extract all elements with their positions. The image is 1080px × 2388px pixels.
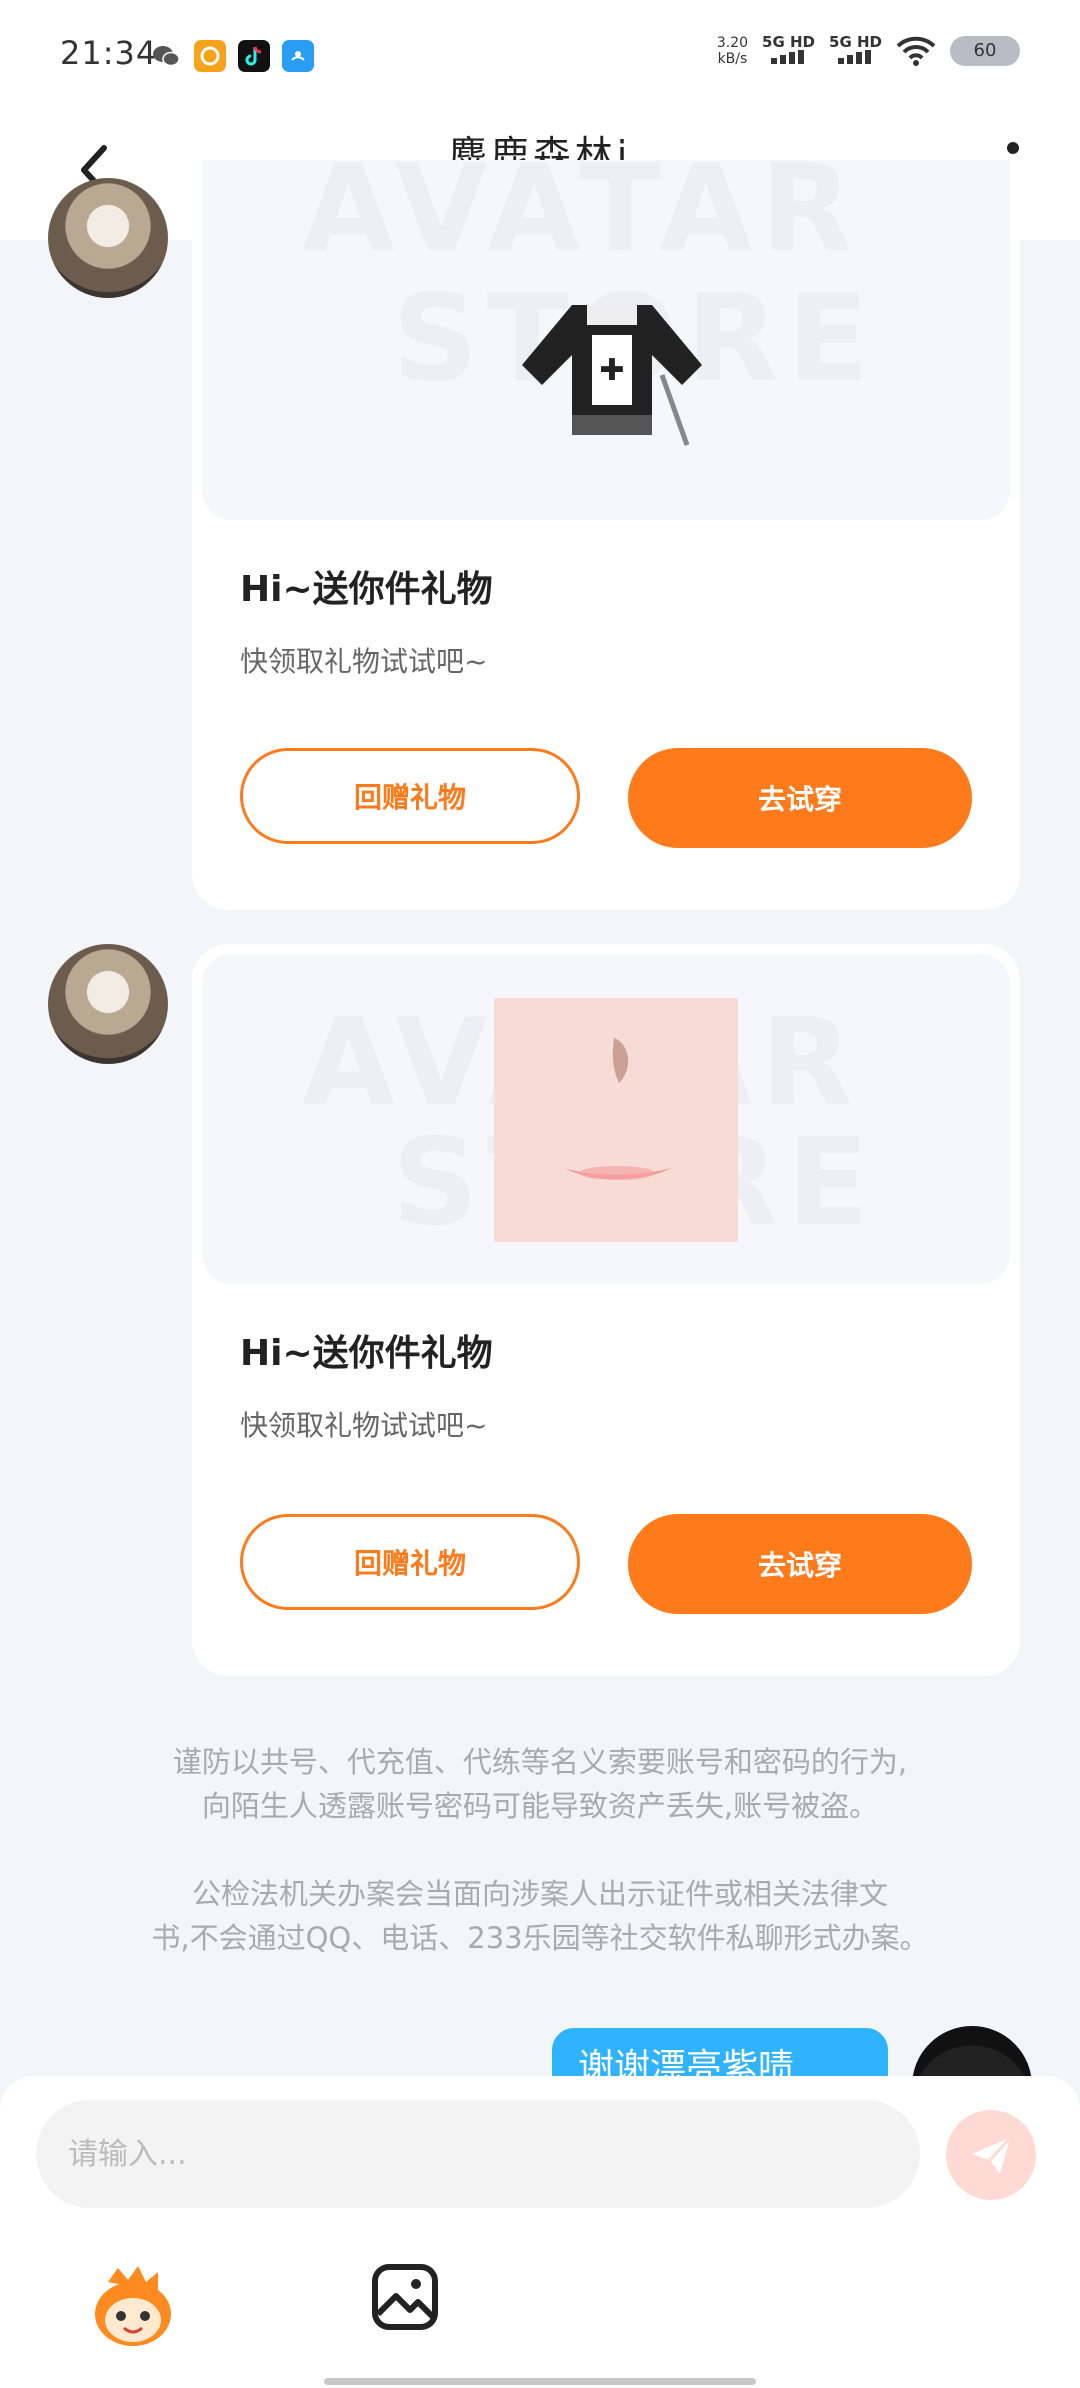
try-on-button[interactable]: 去试穿 [628, 1514, 972, 1614]
home-indicator [324, 2378, 756, 2385]
try-on-button[interactable]: 去试穿 [628, 748, 972, 848]
mascot-emoji-icon[interactable] [88, 2262, 178, 2352]
signal-bars-icon [837, 50, 871, 64]
status-time: 21:34 [60, 34, 158, 72]
signal-bars-icon [770, 50, 804, 64]
face-item-icon [494, 998, 738, 1242]
avatar[interactable] [48, 178, 168, 298]
gift-title: Hi~送你件礼物 [240, 1333, 493, 1374]
status-right: 3.20 kB/s 5G HD 5G HD 60 [717, 34, 1020, 67]
message-input[interactable] [36, 2100, 920, 2208]
signal-sim2: 5G HD [829, 34, 882, 67]
clothing-item-icon: ✚ [522, 305, 702, 446]
return-gift-button[interactable]: 回赠礼物 [240, 748, 580, 844]
hotspot-app-icon [282, 40, 314, 72]
gift-title: Hi~送你件礼物 [240, 569, 493, 610]
safety-notice: 谨防以共号、代充值、代练等名义索要账号和密码的行为, 向陌生人透露账号密码可能导… [172, 1745, 908, 1823]
status-bar: 21:34 3.20 kB/s 5G HD 5G HD 60 [0, 0, 1080, 110]
gift-subtitle: 快领取礼物试试吧~ [240, 645, 488, 678]
net-speed: 3.20 kB/s [716, 34, 749, 67]
svg-text:✚: ✚ [599, 353, 624, 388]
send-button[interactable] [946, 2110, 1036, 2200]
gift-card: AVATAR STORE ✚ Hi~送你件礼物 快领取礼物试试吧~ 回赠礼物 去… [192, 160, 1020, 910]
gift-card: AVATAR STORE Hi~送你件礼物 快领取礼物试试吧~ 回赠礼物 去试穿 [192, 944, 1020, 1676]
gift-subtitle: 快领取礼物试试吧~ [240, 1409, 488, 1442]
avatar[interactable] [48, 944, 168, 1064]
watermark-text: AVATAR [302, 160, 861, 279]
send-icon [972, 2136, 1012, 2174]
gift-preview[interactable]: AVATAR STORE ✚ [202, 160, 1010, 520]
wifi-icon [896, 36, 936, 66]
battery-indicator: 60 [950, 35, 1020, 66]
image-picker-icon[interactable] [370, 2262, 440, 2332]
gallery-app-icon [194, 40, 226, 72]
legal-notice: 公检法机关办案会当面向涉案人出示证件或相关法律文 书,不会通过QQ、电话、233… [151, 1877, 929, 1955]
input-panel [0, 2076, 1080, 2388]
tiktok-icon [238, 40, 270, 72]
signal-sim1: 5G HD [762, 34, 815, 67]
return-gift-button[interactable]: 回赠礼物 [240, 1514, 580, 1610]
gift-preview[interactable]: AVATAR STORE [202, 954, 1010, 1284]
wechat-icon [150, 40, 182, 72]
